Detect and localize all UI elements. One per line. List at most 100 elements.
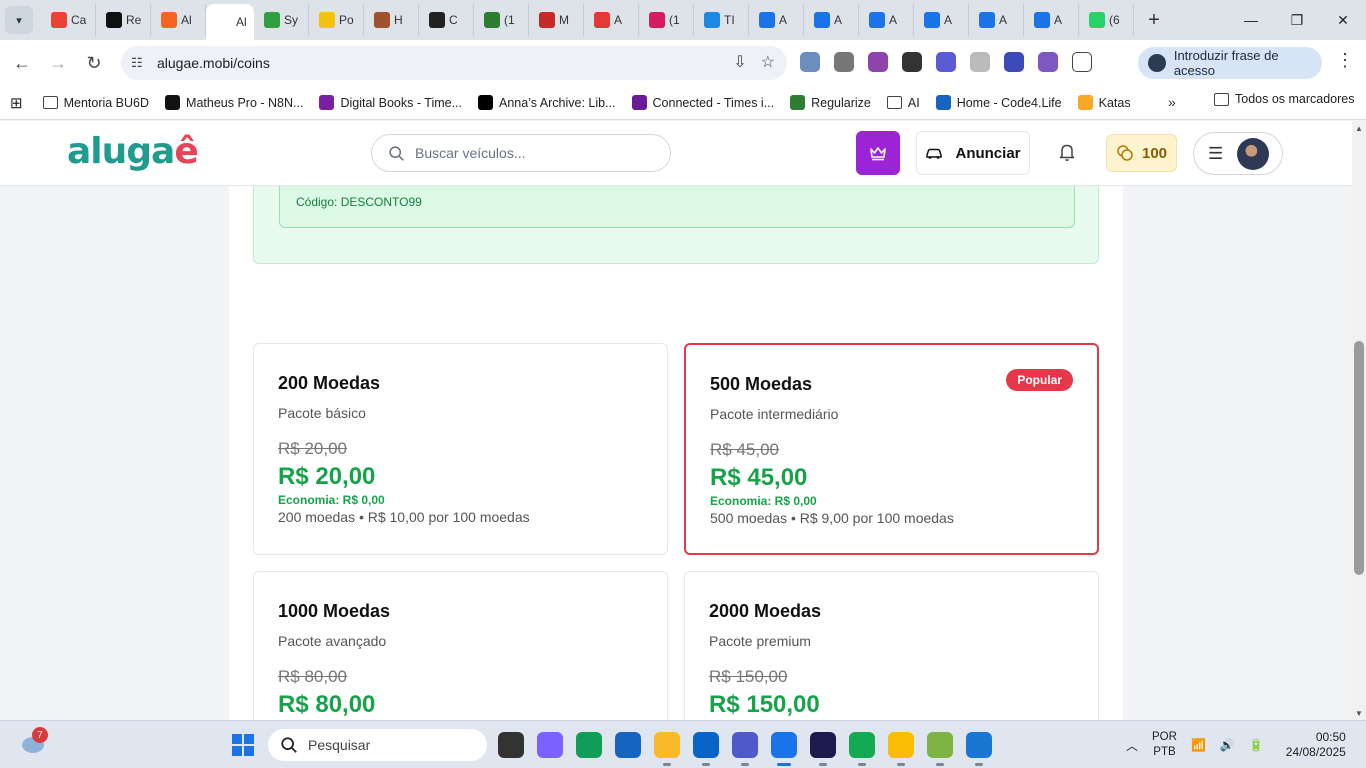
teams-icon[interactable] (732, 732, 758, 766)
tab-title: M (559, 13, 569, 27)
browser-tab[interactable]: A (804, 4, 859, 36)
copilot-icon[interactable] (537, 732, 563, 758)
vehicle-search-input[interactable]: Buscar veículos... (371, 134, 671, 172)
bookmark-label: Regularize (811, 95, 871, 110)
package-description: Pacote premium (709, 633, 811, 649)
coin-package-card[interactable]: 1000 Moedas Pacote avançado R$ 80,00 R$ 80,… (253, 571, 668, 720)
wifi-icon[interactable]: 📶 (1191, 738, 1206, 752)
notifications-bell-icon[interactable] (1058, 142, 1076, 167)
search-placeholder: Buscar veículos... (415, 145, 526, 161)
browser-tab[interactable]: A (749, 4, 804, 36)
start-button[interactable] (232, 734, 254, 756)
browser-tab[interactable]: A (914, 4, 969, 36)
browser-tab[interactable]: A (969, 4, 1024, 36)
bookmark-item[interactable]: Matheus Pro - N8N... (165, 95, 303, 110)
tab-search-button[interactable]: ▾ (5, 6, 33, 34)
taskbar-search[interactable]: Pesquisar (268, 729, 487, 761)
browser-tab[interactable]: Al✕ (206, 4, 254, 40)
extension-icon[interactable] (1038, 52, 1058, 72)
edge-icon[interactable] (576, 732, 602, 758)
browser-tab[interactable]: (1 (639, 4, 694, 36)
extension-icon[interactable] (1004, 52, 1024, 72)
store-icon[interactable] (615, 732, 641, 758)
battery-icon[interactable]: 🔋 (1249, 738, 1264, 752)
passkey-button[interactable]: Introduzir frase de acesso (1138, 47, 1322, 79)
extension-icon[interactable] (936, 52, 956, 72)
task-view-icon[interactable] (498, 732, 524, 758)
package-savings: Economia: R$ 0,00 (710, 494, 817, 508)
browser-tab[interactable]: M (529, 4, 584, 36)
extension-icon[interactable] (800, 52, 820, 72)
apps-grid-icon[interactable]: ⊞ (10, 94, 23, 112)
scroll-down-arrow[interactable]: ▼ (1355, 709, 1363, 718)
browser-tab[interactable]: C (419, 4, 474, 36)
browser-tab[interactable]: A (859, 4, 914, 36)
intellij-icon[interactable] (810, 732, 836, 766)
coin-balance-button[interactable]: 100 (1106, 134, 1177, 172)
bookmark-item[interactable]: Connected - Times i... (631, 95, 774, 110)
alugae-logo[interactable]: alugaê (67, 131, 199, 172)
browser-tab[interactable]: A (1024, 4, 1079, 36)
url-text[interactable]: alugae.mobi/coins (157, 55, 270, 71)
extension-icon[interactable] (834, 52, 854, 72)
mongodb-icon[interactable] (849, 732, 875, 766)
forward-button[interactable]: → (40, 45, 76, 81)
browser-tab[interactable]: TI (694, 4, 749, 36)
bookmark-item[interactable]: Katas (1077, 95, 1131, 110)
browser-tab[interactable]: (1 (474, 4, 529, 36)
extension-icon[interactable] (868, 52, 888, 72)
scroll-up-arrow[interactable]: ▲ (1355, 124, 1363, 133)
notepad-plus-icon[interactable] (927, 732, 953, 766)
minimize-button[interactable]: — (1228, 0, 1274, 40)
all-bookmarks-folder[interactable]: Todos os marcadores (1214, 92, 1355, 106)
reload-button[interactable]: ↻ (76, 45, 112, 81)
browser-tab[interactable]: (6 (1079, 4, 1134, 36)
bookmark-star-icon[interactable]: ☆ (761, 52, 775, 72)
bookmark-item[interactable]: Home - Code4.Life (935, 95, 1062, 110)
browser-tab[interactable]: Sy (254, 4, 309, 36)
site-info-icon[interactable]: ☷ (131, 55, 153, 71)
chrome-dev-icon[interactable] (888, 732, 914, 766)
chrome-icon[interactable] (771, 732, 797, 766)
show-hidden-icons-chevron[interactable]: ︿ (1126, 737, 1138, 754)
restore-button[interactable]: ❐ (1274, 0, 1320, 40)
scrollbar-thumb[interactable] (1354, 341, 1364, 575)
more-bookmarks-icon[interactable]: » (1168, 94, 1176, 110)
address-bar[interactable]: ☷ alugae.mobi/coins ⇩ ☆ (121, 46, 787, 80)
extensions-puzzle-icon[interactable] (1072, 52, 1092, 72)
install-app-icon[interactable]: ⇩ (733, 52, 746, 72)
snipping-tool-icon[interactable] (966, 732, 992, 766)
browser-menu-icon[interactable]: ⋮ (1336, 50, 1354, 71)
bookmark-item[interactable]: Mentoria BU6D (42, 96, 149, 110)
coin-package-card[interactable]: 2000 Moedas Pacote premium R$ 150,00 R$ 150… (684, 571, 1099, 720)
clock[interactable]: 00:50 24/08/2025 (1286, 730, 1346, 760)
bookmark-item[interactable]: Regularize (790, 95, 871, 110)
extension-icon[interactable] (902, 52, 922, 72)
extension-icon[interactable] (970, 52, 990, 72)
outlook-icon[interactable] (693, 732, 719, 766)
browser-tab[interactable]: Re (96, 4, 151, 36)
page-scrollbar[interactable]: ▲ ▼ (1352, 121, 1366, 720)
coin-package-card[interactable]: 500 Moedas Pacote intermediário R$ 45,00 R$… (684, 343, 1099, 555)
back-button[interactable]: ← (4, 45, 40, 81)
anunciar-button[interactable]: Anunciar (916, 131, 1030, 175)
user-menu-button[interactable]: ☰ (1193, 132, 1283, 175)
new-tab-button[interactable]: + (1140, 9, 1168, 32)
premium-button[interactable] (856, 131, 900, 175)
browser-tab[interactable]: A (584, 4, 639, 36)
browser-toolbar: ← → ↻ ☷ alugae.mobi/coins ⇩ ☆ Introduzir… (0, 40, 1366, 86)
language-indicator[interactable]: POR PTB (1152, 730, 1177, 760)
close-window-button[interactable]: ✕ (1320, 0, 1366, 40)
profile-avatar (1148, 54, 1166, 72)
volume-icon[interactable]: 🔊 (1220, 738, 1235, 752)
browser-tab[interactable]: Al (151, 4, 206, 36)
coin-package-card[interactable]: 200 Moedas Pacote básico R$ 20,00 R$ 20,00 E… (253, 343, 668, 555)
bookmark-item[interactable]: AI (886, 96, 920, 110)
browser-tab[interactable]: Po (309, 4, 364, 36)
bookmark-item[interactable]: Anna’s Archive: Lib... (478, 95, 616, 110)
file-explorer-icon[interactable] (654, 732, 680, 766)
bookmark-item[interactable]: Digital Books - Time... (319, 95, 462, 110)
browser-tab[interactable]: H (364, 4, 419, 36)
weather-widget[interactable]: 7 (22, 727, 48, 755)
browser-tab[interactable]: Ca (41, 4, 96, 36)
